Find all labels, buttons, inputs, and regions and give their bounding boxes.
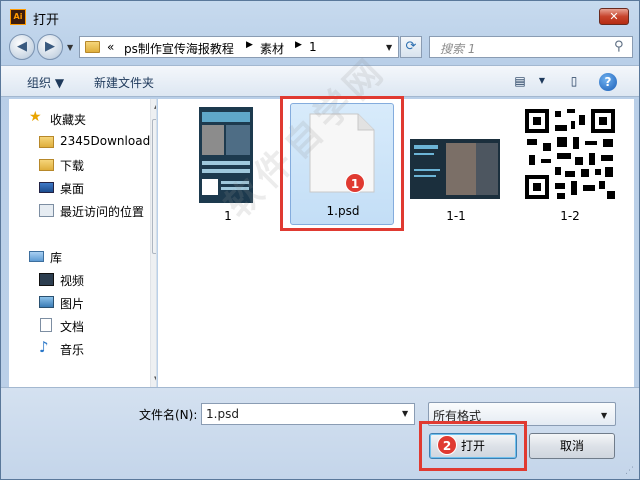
- nav-item-music[interactable]: ♪ 音乐: [9, 337, 149, 359]
- file-item[interactable]: 1-1: [404, 103, 508, 225]
- picture-icon: [39, 296, 54, 308]
- nav-item-desktop[interactable]: 桌面: [9, 176, 149, 198]
- breadcrumb-arrow-icon[interactable]: ▶: [246, 40, 253, 50]
- nav-item-label: 收藏夹: [50, 113, 87, 127]
- highlight-box-file: [280, 96, 404, 231]
- scroll-thumb[interactable]: [152, 119, 156, 254]
- nav-item-label: 库: [50, 251, 63, 265]
- desktop-icon: [39, 182, 54, 193]
- change-view-icon[interactable]: ▤: [511, 73, 529, 89]
- filename-value: 1.psd: [206, 407, 239, 421]
- dialog-title: 打开: [33, 13, 60, 28]
- nav-item-label: 文档: [60, 320, 85, 334]
- breadcrumb-segment[interactable]: 1: [309, 40, 317, 54]
- organize-button[interactable]: 组织 ▼: [27, 74, 64, 91]
- music-icon: ♪: [39, 338, 49, 356]
- file-name: 1: [224, 209, 232, 223]
- preview-pane-icon[interactable]: ▯: [565, 73, 583, 89]
- breadcrumb-segment[interactable]: ps制作宣传海报教程: [124, 40, 234, 57]
- nav-item-pictures[interactable]: 图片: [9, 291, 149, 313]
- help-icon[interactable]: ?: [599, 73, 617, 91]
- file-type-dropdown-icon: ▼: [601, 411, 608, 420]
- nav-item-label: 音乐: [60, 343, 85, 357]
- download-folder-icon: [39, 159, 54, 171]
- back-button[interactable]: ◀: [9, 34, 35, 60]
- cancel-button[interactable]: 取消: [529, 433, 615, 459]
- breadcrumb-arrow-icon[interactable]: ▶: [295, 40, 302, 50]
- breadcrumb-segment[interactable]: 素材: [260, 40, 284, 57]
- nav-item-label: 桌面: [60, 182, 85, 196]
- star-icon: ★: [29, 109, 42, 125]
- recent-places-icon: [39, 204, 54, 217]
- illustrator-app-icon: Ai: [10, 9, 26, 25]
- file-name: 1-1: [446, 209, 466, 223]
- filename-input[interactable]: 1.psd ▼: [201, 403, 415, 425]
- qr-code-thumbnail: [523, 107, 617, 201]
- step-badge-2: 2: [437, 435, 457, 455]
- path-overflow[interactable]: «: [107, 40, 114, 54]
- nav-item-recent-places[interactable]: 最近访问的位置: [9, 199, 149, 221]
- highlight-box-open: [419, 421, 527, 471]
- search-icon: ⚲: [614, 39, 624, 54]
- nav-item-label: 图片: [60, 297, 85, 311]
- nav-scrollbar[interactable]: ▲ ▼: [150, 99, 156, 387]
- refresh-button[interactable]: ⟳: [400, 36, 422, 58]
- step-badge-1: 1: [345, 173, 365, 193]
- file-name: 1-2: [560, 209, 580, 223]
- file-item[interactable]: 1-2: [518, 103, 622, 225]
- scroll-up-icon[interactable]: ▲: [154, 102, 156, 110]
- folder-icon: [39, 136, 54, 148]
- title-bar: Ai 打开 ✕: [1, 1, 639, 31]
- close-button[interactable]: ✕: [599, 8, 629, 25]
- scroll-down-icon[interactable]: ▼: [154, 375, 156, 383]
- poster-thumbnail: [199, 107, 253, 203]
- address-bar[interactable]: « ps制作宣传海报教程 ▶ 素材 ▶ 1 ▼: [79, 36, 399, 58]
- search-placeholder: 搜索 1: [440, 42, 476, 56]
- nav-item-label: 最近访问的位置: [60, 205, 145, 219]
- open-dialog: Ai 打开 ✕ ◀ ▶ ▼ « ps制作宣传海报教程 ▶ 素材 ▶ 1 ▼ ⟳ …: [0, 0, 640, 480]
- resize-grip-icon[interactable]: ⋰: [625, 466, 634, 476]
- view-dropdown-icon[interactable]: ▼: [533, 73, 551, 89]
- nav-item-label: 2345Downloads: [60, 134, 157, 148]
- dialog-footer: 文件名(N): 1.psd ▼ 所有格式 ▼ 打开 取消 ⋰: [1, 387, 639, 479]
- nav-item-2345downloads[interactable]: 2345Downloads: [9, 130, 156, 152]
- address-bar-row: ◀ ▶ ▼ « ps制作宣传海报教程 ▶ 素材 ▶ 1 ▼ ⟳ 搜索 1 ⚲: [1, 31, 639, 63]
- file-item[interactable]: 1: [176, 103, 280, 225]
- navigation-pane: ★ 收藏夹 2345Downloads 下载 桌面 最近访问的位置 库 视频 图…: [9, 99, 157, 387]
- nav-item-documents[interactable]: 文档: [9, 314, 149, 336]
- library-icon: [29, 251, 44, 262]
- search-input[interactable]: 搜索 1 ⚲: [429, 36, 633, 58]
- forward-button[interactable]: ▶: [37, 34, 63, 60]
- nav-item-libraries[interactable]: 库: [9, 245, 149, 267]
- history-dropdown-icon[interactable]: ▼: [67, 43, 73, 52]
- nav-item-label: 下载: [60, 159, 85, 173]
- folder-icon: [85, 41, 100, 53]
- filename-dropdown-icon[interactable]: ▼: [402, 409, 408, 418]
- video-icon: [39, 273, 54, 286]
- nav-item-downloads[interactable]: 下载: [9, 153, 149, 175]
- document-icon: [40, 318, 52, 332]
- nav-item-label: 视频: [60, 274, 85, 288]
- banner-thumbnail: [410, 139, 500, 199]
- address-dropdown-icon[interactable]: ▼: [386, 43, 392, 52]
- filename-label: 文件名(N):: [139, 408, 198, 422]
- command-bar: 组织 ▼ 新建文件夹 ▤ ▼ ▯ ?: [1, 65, 639, 97]
- nav-item-favorites[interactable]: ★ 收藏夹: [9, 107, 149, 129]
- nav-item-videos[interactable]: 视频: [9, 268, 149, 290]
- new-folder-button[interactable]: 新建文件夹: [94, 74, 154, 91]
